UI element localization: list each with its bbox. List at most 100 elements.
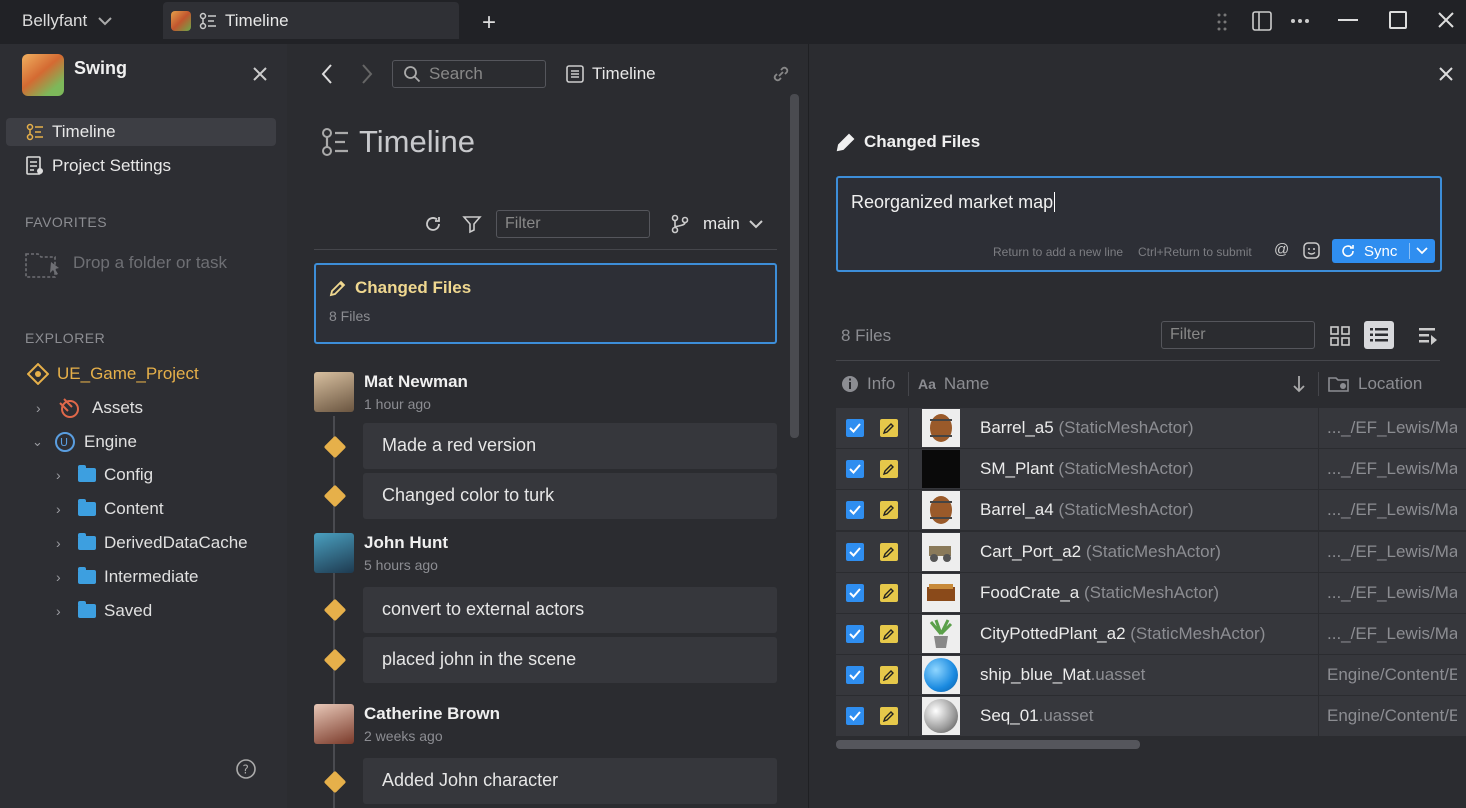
files-count: 8 Files (841, 326, 892, 345)
file-checkbox[interactable] (846, 460, 864, 479)
changed-files-title: Changed Files (355, 278, 472, 297)
file-type: (StaticMeshActor) (1081, 541, 1221, 561)
sidebar-item-project-settings[interactable]: Project Settings (26, 156, 171, 176)
commit-row[interactable]: placed john in the scene (363, 637, 777, 683)
pencil-icon (883, 711, 894, 723)
changed-files-card[interactable]: Changed Files 8 Files (314, 263, 777, 344)
sync-button[interactable]: Sync (1332, 239, 1435, 263)
author-name: Mat Newman (364, 372, 468, 391)
column-location[interactable]: Location (1328, 374, 1422, 394)
commit-row[interactable]: Made a red version (363, 423, 777, 469)
check-icon (849, 423, 861, 433)
file-location: Engine/Content/E (1327, 706, 1457, 726)
column-name-label: Name (943, 374, 990, 393)
project-header: Swing (22, 54, 127, 96)
more-icon[interactable] (1290, 18, 1310, 24)
close-window-button[interactable] (1436, 10, 1456, 30)
link-icon[interactable] (771, 64, 791, 84)
help-icon[interactable]: ? (236, 759, 256, 779)
tree-item-saved[interactable]: › Saved (56, 601, 152, 621)
favorites-header: FAVORITES (25, 214, 108, 230)
file-checkbox[interactable] (846, 419, 864, 437)
favorites-drop-zone[interactable]: Drop a folder or task (25, 246, 227, 280)
file-row[interactable]: Barrel_a5 (StaticMeshActor) ..._/EF_Lewis… (836, 408, 1466, 448)
folder-icon (78, 533, 96, 550)
commit-message-text: Reorganized market map (851, 192, 1056, 212)
emoji-icon[interactable] (1303, 242, 1320, 259)
file-name: Barrel_a5 (StaticMeshActor) (980, 418, 1194, 437)
asset-thumbnail (922, 450, 960, 489)
timeline-icon (199, 12, 216, 29)
close-panel-icon[interactable] (1438, 66, 1454, 82)
unreal-engine-icon: U (55, 432, 75, 452)
chevron-down-icon[interactable] (1416, 247, 1428, 255)
tab-timeline[interactable]: Timeline (163, 2, 459, 39)
workspace-switcher[interactable]: Bellyfant (22, 11, 113, 31)
changed-files-header: Changed Files (329, 278, 471, 298)
sort-descending-icon[interactable] (1292, 374, 1306, 394)
file-row[interactable]: FoodCrate_a (StaticMeshActor) ..._/EF_Lew… (836, 572, 1466, 613)
forward-icon[interactable] (361, 63, 373, 85)
modified-badge (880, 666, 898, 685)
file-type: .uasset (1090, 665, 1146, 685)
file-row[interactable]: Barrel_a4 (StaticMeshActor) ..._/EF_Lewis… (836, 490, 1466, 531)
new-tab-button[interactable]: + (482, 9, 496, 37)
commit-row[interactable]: Added John character (363, 758, 777, 804)
file-type: .uasset (1038, 706, 1094, 726)
file-checkbox[interactable] (846, 625, 864, 643)
files-filter-input[interactable]: Filter (1161, 321, 1315, 349)
search-input[interactable]: Search (392, 60, 546, 88)
file-type: (StaticMeshActor) (1053, 418, 1194, 437)
favorites-drop-label: Drop a folder or task (73, 253, 228, 272)
refresh-icon[interactable] (423, 214, 443, 234)
file-checkbox[interactable] (846, 583, 864, 602)
file-row[interactable]: CityPottedPlant_a2 (StaticMeshActor) ..._… (836, 614, 1466, 654)
commit-row[interactable]: convert to external actors (363, 587, 777, 633)
horizontal-scrollbar[interactable] (836, 740, 1140, 749)
tree-item-config[interactable]: › Config (56, 465, 153, 485)
drag-handle-icon[interactable] (1216, 12, 1228, 32)
tree-item-content[interactable]: › Content (56, 499, 164, 519)
tree-item-deriveddatacache[interactable]: › DerivedDataCache (56, 533, 248, 553)
commit-message-input[interactable]: Reorganized market map Return to add a n… (836, 176, 1442, 272)
file-row[interactable]: Seq_01.uasset Engine/Content/E (836, 696, 1466, 737)
file-row[interactable]: ship_blue_Mat.uasset Engine/Content/E (836, 655, 1466, 696)
tree-label: Engine (84, 432, 137, 451)
mention-icon[interactable]: @ (1274, 241, 1289, 258)
timeline-scrollbar[interactable] (790, 94, 799, 438)
column-divider (908, 372, 909, 396)
file-checkbox[interactable] (846, 542, 864, 561)
file-checkbox[interactable] (846, 707, 864, 726)
close-sidebar-icon[interactable] (252, 66, 268, 82)
file-row[interactable]: Cart_Port_a2 (StaticMeshActor) ..._/EF_Le… (836, 531, 1466, 572)
commit-row[interactable]: Changed color to turk (363, 473, 777, 519)
file-checkbox[interactable] (846, 501, 864, 520)
tree-item-engine[interactable]: ⌄ U Engine (32, 431, 137, 453)
sync-label: Sync (1364, 242, 1398, 260)
tree-item-assets[interactable]: › Assets (36, 397, 143, 419)
file-checkbox[interactable] (846, 666, 864, 685)
maximize-button[interactable] (1389, 11, 1407, 29)
column-info[interactable]: Info (841, 374, 895, 394)
author-entry: John Hunt 5 hours ago (314, 533, 448, 573)
column-name[interactable]: Aa Name (918, 374, 989, 394)
sidebar-toggle-icon[interactable] (1252, 11, 1272, 31)
column-settings-icon[interactable] (1418, 326, 1438, 346)
timeline-icon (26, 123, 43, 141)
back-icon[interactable] (321, 63, 333, 85)
minimize-button[interactable] (1338, 19, 1358, 21)
asset-thumbnail (922, 491, 960, 530)
project-name: Swing (74, 57, 127, 78)
search-placeholder: Search (429, 64, 483, 83)
tree-item-root[interactable]: UE_Game_Project (27, 363, 199, 385)
explorer-header: EXPLORER (25, 330, 106, 346)
sidebar-item-timeline[interactable]: Timeline (26, 122, 116, 142)
list-view-icon[interactable] (1364, 321, 1394, 349)
filter-icon[interactable] (462, 214, 482, 234)
grid-view-icon[interactable] (1330, 326, 1350, 346)
branch-selector[interactable]: main (671, 214, 764, 234)
timeline-filter-input[interactable]: Filter (496, 210, 650, 238)
file-row[interactable]: SM_Plant (StaticMeshActor) ..._/EF_Lewis/… (836, 449, 1466, 490)
tree-item-intermediate[interactable]: › Intermediate (56, 567, 199, 587)
breadcrumb: Timeline (566, 64, 656, 84)
